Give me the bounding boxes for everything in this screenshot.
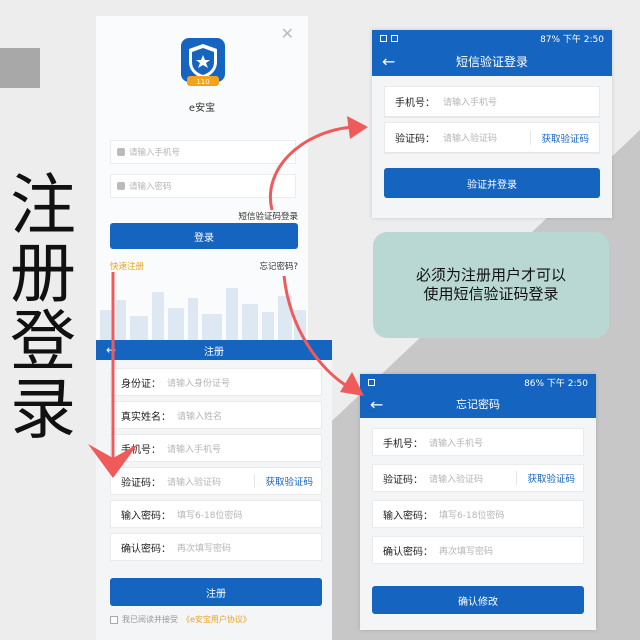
agree-checkbox[interactable] — [110, 615, 118, 624]
phone-placeholder: 请输入手机号 — [443, 98, 498, 108]
user-icon — [117, 148, 125, 156]
password-field[interactable]: 输入密码： 填写6-18位密码 — [110, 500, 322, 528]
phone-field[interactable]: 手机号： 请输入手机号 — [385, 87, 599, 117]
side-title-char: 登 — [10, 303, 76, 380]
confirm-password-placeholder: 再次填写密码 — [177, 543, 232, 554]
phone-label: 手机号： — [121, 444, 161, 456]
shield-logo-icon: 110 — [181, 38, 225, 86]
info-note: 必须为注册用户才可以 使用短信验证码登录 — [373, 232, 609, 338]
name-placeholder: 请输入姓名 — [177, 411, 223, 422]
app-bar: ← 短信验证登录 — [372, 46, 612, 76]
phone-field[interactable]: 手机号： 请输入手机号 — [372, 428, 584, 456]
logo-badge: 110 — [196, 78, 209, 86]
note-line-1: 必须为注册用户才可以 — [415, 266, 566, 284]
forgot-password-screen: 86% 下午 2:50 ← 忘记密码 手机号： 请输入手机号 验证码： 请输入验… — [360, 374, 596, 630]
password-placeholder: 请输入密码 — [129, 182, 172, 192]
status-bar: 87% 下午 2:50 — [372, 30, 612, 46]
back-arrow-icon[interactable]: ← — [370, 395, 383, 414]
agreement-link[interactable]: 《e安宝用户协议》 — [182, 614, 251, 625]
confirm-password-placeholder: 再次填写密码 — [439, 546, 494, 557]
back-arrow-icon[interactable]: ← — [382, 52, 395, 71]
confirm-password-label: 确认密码： — [121, 543, 171, 555]
confirm-password-field[interactable]: 确认密码： 再次填写密码 — [110, 533, 322, 561]
code-placeholder: 请输入验证码 — [167, 477, 222, 488]
phone-placeholder: 请输入手机号 — [429, 438, 484, 449]
status-text: 87% 下午 2:50 — [540, 34, 604, 45]
phone-label: 手机号： — [383, 438, 423, 450]
password-label: 输入密码： — [383, 510, 433, 522]
phone-field[interactable]: 手机号： 请输入手机号 — [110, 434, 322, 462]
phone-placeholder: 请输入手机号 — [167, 444, 222, 455]
get-code-button[interactable]: 获取验证码 — [254, 474, 313, 488]
side-title-char: 录 — [10, 371, 76, 448]
code-field[interactable]: 验证码： 请输入验证码 获取验证码 — [385, 123, 599, 153]
back-arrow-icon[interactable]: ← — [106, 343, 116, 357]
code-placeholder: 请输入验证码 — [429, 474, 484, 485]
agreement-row: 我已阅读并接受 《e安宝用户协议》 — [110, 614, 251, 625]
notification-icon — [391, 34, 398, 42]
code-field[interactable]: 验证码： 请输入验证码 获取验证码 — [110, 467, 322, 495]
app-name: e安宝 — [188, 103, 216, 114]
notification-icon — [380, 34, 387, 42]
app-bar: ← 注册 — [96, 340, 332, 360]
note-line-2: 使用短信验证码登录 — [423, 285, 559, 303]
status-text: 86% 下午 2:50 — [524, 378, 588, 389]
code-placeholder: 请输入验证码 — [443, 134, 498, 144]
name-field[interactable]: 真实姓名： 请输入姓名 — [110, 401, 322, 429]
code-label: 验证码： — [383, 474, 423, 486]
side-title: 注 册 登 录 — [6, 172, 80, 444]
phone-input[interactable]: 请输入手机号 — [110, 140, 296, 164]
code-label: 验证码： — [121, 477, 161, 489]
password-label: 输入密码： — [121, 510, 171, 522]
code-field[interactable]: 验证码： 请输入验证码 获取验证码 — [372, 464, 584, 492]
password-placeholder: 填写6-18位密码 — [177, 510, 243, 521]
side-title-char: 注 — [10, 167, 76, 244]
get-code-button[interactable]: 获取验证码 — [530, 130, 589, 145]
phone-placeholder: 请输入手机号 — [129, 148, 181, 158]
password-field[interactable]: 输入密码： 填写6-18位密码 — [372, 500, 584, 528]
side-title-char: 册 — [10, 235, 76, 312]
code-label: 验证码： — [395, 134, 435, 145]
register-button[interactable]: 注册 — [110, 578, 322, 606]
confirm-password-label: 确认密码： — [383, 546, 433, 558]
notification-icon — [368, 378, 375, 386]
register-screen: ← 注册 身份证： 请输入身份证号 真实姓名： 请输入姓名 手机号： 请输入手机… — [96, 340, 332, 640]
close-icon[interactable]: ✕ — [281, 24, 294, 43]
id-placeholder: 请输入身份证号 — [167, 378, 231, 389]
status-bar: 86% 下午 2:50 — [360, 374, 596, 390]
get-code-button[interactable]: 获取验证码 — [516, 471, 575, 485]
decorative-square — [0, 48, 40, 88]
screen-title: 忘记密码 — [456, 398, 500, 411]
login-screen: ✕ 110 e安宝 请输入手机号 请输入密码 短信验证码登录 登录 快速注册 忘… — [96, 16, 308, 340]
sms-login-link[interactable]: 短信验证码登录 — [238, 210, 298, 222]
verify-login-button[interactable]: 验证并登录 — [384, 168, 600, 198]
name-label: 真实姓名： — [121, 411, 171, 423]
screen-title: 注册 — [204, 346, 224, 358]
id-label: 身份证： — [121, 378, 161, 390]
phone-label: 手机号： — [395, 98, 435, 109]
confirm-password-field[interactable]: 确认密码： 再次填写密码 — [372, 536, 584, 564]
confirm-change-button[interactable]: 确认修改 — [372, 586, 584, 614]
lock-icon — [117, 182, 125, 190]
app-bar: ← 忘记密码 — [360, 390, 596, 418]
city-skyline-illustration — [100, 288, 306, 340]
id-field[interactable]: 身份证： 请输入身份证号 — [110, 368, 322, 396]
agree-text: 我已阅读并接受 — [122, 615, 178, 624]
password-placeholder: 填写6-18位密码 — [439, 510, 505, 521]
login-button[interactable]: 登录 — [110, 223, 298, 249]
sms-login-screen: 87% 下午 2:50 ← 短信验证登录 手机号： 请输入手机号 验证码： 请输… — [372, 30, 612, 218]
password-input[interactable]: 请输入密码 — [110, 174, 296, 198]
screen-title: 短信验证登录 — [455, 54, 528, 69]
